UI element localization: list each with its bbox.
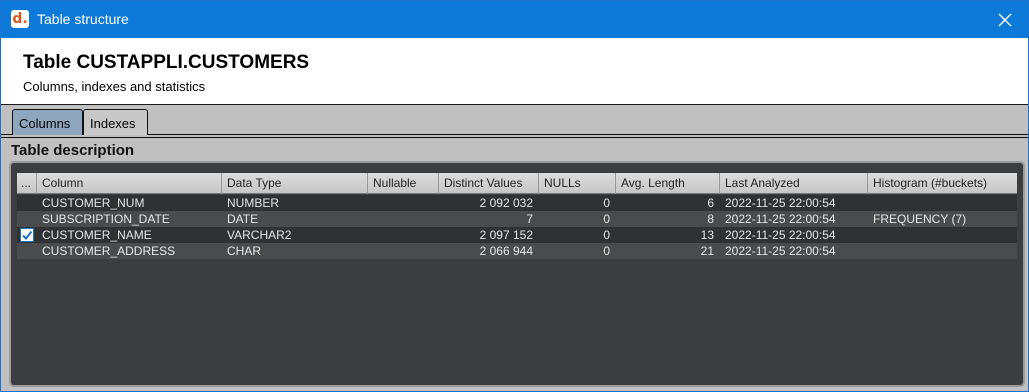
cell-last-analyzed: 2022-11-25 22:00:54 xyxy=(725,228,836,242)
cell-nulls: 0 xyxy=(603,228,610,242)
header-select[interactable]: ... xyxy=(17,173,37,194)
header-nullable[interactable]: Nullable xyxy=(368,173,439,194)
header-distinct-values[interactable]: Distinct Values xyxy=(439,173,539,194)
tab-indexes[interactable]: Indexes xyxy=(83,109,148,135)
cell-distinct-values: 2 092 032 xyxy=(479,196,533,210)
header-last-analyzed[interactable]: Last Analyzed xyxy=(720,173,868,194)
cell-column: SUBSCRIPTION_DATE xyxy=(42,212,170,226)
header-nulls[interactable]: NULLs xyxy=(539,173,616,194)
cell-avg-length: 13 xyxy=(700,228,714,242)
header-histogram[interactable]: Histogram (#buckets) xyxy=(868,173,1017,194)
row-checkbox[interactable] xyxy=(20,228,34,242)
header-column[interactable]: Column xyxy=(37,173,222,194)
header-panel: Table CUSTAPPLI.CUSTOMERS Columns, index… xyxy=(1,38,1028,105)
cell-nullable xyxy=(368,211,439,227)
header-data-type[interactable]: Data Type xyxy=(222,173,368,194)
cell-data-type: NUMBER xyxy=(227,196,280,210)
page-title: Table CUSTAPPLI.CUSTOMERS xyxy=(23,52,310,73)
cell-data-type: DATE xyxy=(227,212,259,226)
title-bar: d. Table structure xyxy=(1,1,1028,38)
app-icon: d. xyxy=(11,10,29,28)
table-row[interactable]: CUSTOMER_NUM NUMBER 2 092 032 0 6 2022-1… xyxy=(17,195,1017,211)
window-title: Table structure xyxy=(37,11,129,27)
cell-nulls: 0 xyxy=(603,196,610,210)
cell-last-analyzed: 2022-11-25 22:00:54 xyxy=(725,196,836,210)
cell-column: CUSTOMER_NAME xyxy=(42,228,152,242)
table-row[interactable]: CUSTOMER_ADDRESS CHAR 2 066 944 0 21 202… xyxy=(17,243,1017,259)
cell-data-type: VARCHAR2 xyxy=(227,228,292,242)
tab-columns[interactable]: Columns xyxy=(12,109,83,135)
cell-last-analyzed: 2022-11-25 22:00:54 xyxy=(725,244,836,258)
cell-nulls: 0 xyxy=(603,212,610,226)
cell-histogram xyxy=(868,195,1017,211)
tab-bar: Columns Indexes xyxy=(1,105,1028,135)
table-row[interactable]: SUBSCRIPTION_DATE DATE 7 0 8 2022-11-25 … xyxy=(17,211,1017,227)
cell-distinct-values: 7 xyxy=(526,212,533,226)
cell-avg-length: 6 xyxy=(707,196,714,210)
cell-nullable xyxy=(368,195,439,211)
cell-avg-length: 8 xyxy=(707,212,714,226)
cell-distinct-values: 2 066 944 xyxy=(479,244,533,258)
cell-histogram: FREQUENCY (7) xyxy=(873,212,967,226)
tab-divider xyxy=(1,137,1028,138)
cell-nullable xyxy=(368,243,439,259)
cell-data-type: CHAR xyxy=(227,244,262,258)
header-avg-length[interactable]: Avg. Length xyxy=(616,173,720,194)
cell-nulls: 0 xyxy=(603,244,610,258)
checkmark-icon xyxy=(22,230,33,241)
close-button[interactable] xyxy=(982,1,1028,38)
cell-column: CUSTOMER_NUM xyxy=(42,196,145,210)
cell-last-analyzed: 2022-11-25 22:00:54 xyxy=(725,212,836,226)
columns-grid[interactable]: ... Column Data Type Nullable Distinct V… xyxy=(17,173,1017,378)
cell-histogram xyxy=(868,227,1017,243)
cell-column: CUSTOMER_ADDRESS xyxy=(42,244,176,258)
close-icon xyxy=(998,13,1012,26)
cell-distinct-values: 2 097 152 xyxy=(479,228,533,242)
cell-nullable xyxy=(368,227,439,243)
cell-histogram xyxy=(868,243,1017,259)
table-row[interactable]: CUSTOMER_NAME VARCHAR2 2 097 152 0 13 20… xyxy=(17,227,1017,243)
cell-avg-length: 21 xyxy=(700,244,714,258)
page-subtitle: Columns, indexes and statistics xyxy=(23,79,206,94)
section-title: Table description xyxy=(11,142,135,159)
table-structure-window: d. Table structure Table CUSTAPPLI.CUSTO… xyxy=(0,0,1029,392)
table-description-frame: ... Column Data Type Nullable Distinct V… xyxy=(9,161,1025,387)
grid-header: ... Column Data Type Nullable Distinct V… xyxy=(17,173,1017,194)
